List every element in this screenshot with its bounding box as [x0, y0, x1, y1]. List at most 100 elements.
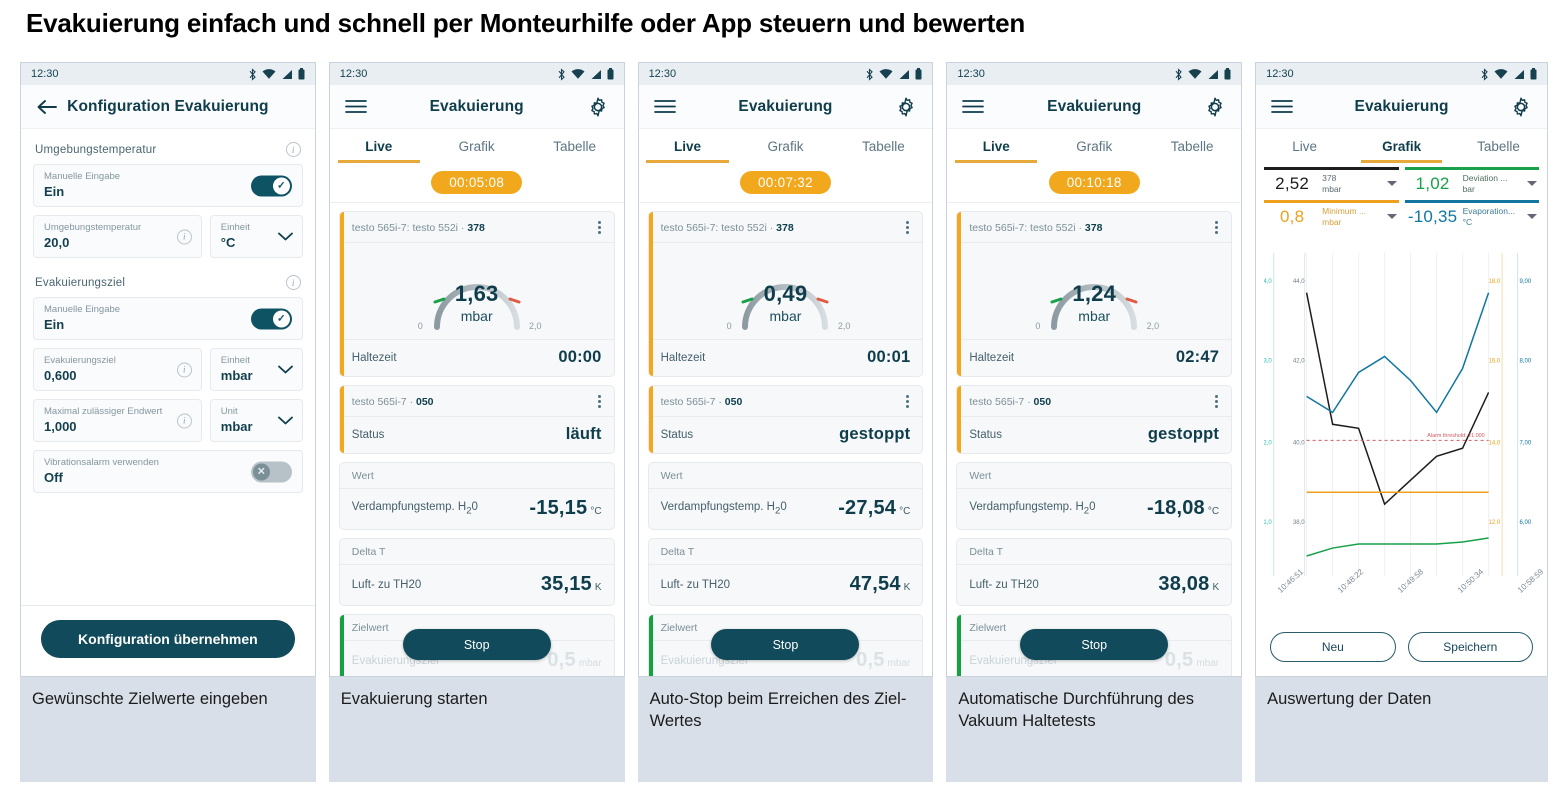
info-icon[interactable]: i [285, 275, 301, 290]
sensor-device-name: testo 565i-7: testo 552i · 378 [351, 221, 485, 234]
status-value: läuft [565, 425, 602, 443]
status-row: Status gestoppt [957, 417, 1231, 453]
hamburger-menu-icon[interactable] [961, 95, 985, 119]
line-chart[interactable]: 24,0 23,0 22,0 21,0 44,0 42,0 40,0 38,0 18,0 16,0… [1264, 238, 1539, 587]
field-evacuation-target-unit[interactable]: Einheit mbar [209, 348, 303, 391]
stat-selector-deviation[interactable]: 1,02 Deviation ... bar [1404, 167, 1540, 198]
signal-icon [282, 69, 292, 79]
chevron-down-icon[interactable] [1527, 181, 1538, 187]
wifi-icon [879, 68, 893, 79]
chevron-down-icon[interactable] [277, 361, 293, 379]
tab-live[interactable]: Live [330, 129, 428, 163]
new-button[interactable]: Neu [1270, 632, 1396, 662]
status-card[interactable]: testo 565i-7 · 050 Status gestoppt [956, 385, 1233, 454]
info-icon[interactable]: i [285, 142, 301, 157]
save-button[interactable]: Speichern [1407, 632, 1534, 662]
stop-button[interactable]: Stop [402, 629, 551, 660]
status-card-header: testo 565i-7 · 050 [648, 386, 923, 417]
gear-icon[interactable] [1509, 95, 1533, 119]
toggle-manual-input-ambient[interactable]: ✓ [250, 175, 292, 196]
field-max-final-value[interactable]: Maximal zulässiger Endwert 1,000 i [33, 399, 202, 442]
tab-grafik[interactable]: Grafik [1353, 129, 1450, 163]
timer-bar: 00:05:08 [329, 163, 624, 203]
svg-text:9,00: 9,00 [1520, 277, 1532, 284]
gear-icon[interactable] [1203, 95, 1227, 119]
chevron-down-icon[interactable] [1386, 214, 1397, 220]
field-evacuation-target[interactable]: Evakuierungsziel 0,600 i [33, 348, 202, 391]
stat-selector-evaporation[interactable]: -10,35 Evaporation... °C [1404, 200, 1540, 231]
gear-icon[interactable] [586, 95, 610, 119]
info-icon[interactable]: i [176, 413, 192, 428]
chart-footer: Neu Speichern [1264, 628, 1539, 676]
tab-live[interactable]: Live [639, 129, 737, 163]
delta-card: Delta T Luft- zu TH20 35,15 K [338, 538, 615, 606]
stop-button[interactable]: Stop [711, 629, 860, 660]
status-card[interactable]: testo 565i-7 · 050 Status läuft [338, 385, 615, 454]
more-options-icon[interactable] [903, 219, 912, 236]
apply-configuration-button[interactable]: Konfiguration übernehmen [41, 620, 295, 658]
battery-icon [607, 68, 614, 80]
tab-live[interactable]: Live [1256, 129, 1353, 163]
chevron-down-icon[interactable] [1527, 214, 1538, 220]
hamburger-menu-icon[interactable] [1270, 95, 1294, 119]
toggle-vibration-alarm[interactable]: ✕ [250, 461, 292, 482]
hamburger-menu-icon[interactable] [344, 95, 368, 119]
field-vibration-alarm[interactable]: Vibrationsalarm verwenden Off ✕ [33, 450, 303, 493]
more-options-icon[interactable] [595, 393, 604, 410]
stop-button[interactable]: Stop [1020, 629, 1169, 660]
status-card[interactable]: testo 565i-7 · 050 Status gestoppt [647, 385, 924, 454]
tab-grafik[interactable]: Grafik [1045, 129, 1143, 163]
field-ambient-unit[interactable]: Einheit °C [209, 215, 303, 258]
screen-column-live-2: 12:30 Evakuierung Live Grafik Tabelle 00… [637, 62, 934, 782]
value-card-title: Wert [648, 463, 923, 489]
bluetooth-icon [866, 67, 874, 81]
field-manual-input-ambient[interactable]: Manuelle Eingabe Ein ✓ [33, 164, 303, 207]
target-readout: 0,5 mbar [1164, 649, 1220, 671]
tab-tabelle[interactable]: Tabelle [526, 129, 624, 163]
field-manual-input-target[interactable]: Manuelle Eingabe Ein ✓ [33, 297, 303, 340]
svg-text:12,0: 12,0 [1489, 518, 1501, 525]
chevron-down-icon[interactable] [277, 228, 293, 246]
tab-grafik[interactable]: Grafik [428, 129, 526, 163]
chevron-down-icon[interactable] [277, 412, 293, 430]
info-icon[interactable]: i [176, 362, 192, 377]
tab-grafik[interactable]: Grafik [736, 129, 834, 163]
stat-meta: Evaporation... °C [1462, 206, 1516, 227]
stat-selector-minimum[interactable]: 0,8 Minimum ... mbar [1264, 200, 1399, 231]
tab-tabelle[interactable]: Tabelle [1143, 129, 1241, 163]
field-row-max-final-value: Maximal zulässiger Endwert 1,000 i Unit … [33, 399, 303, 442]
more-options-icon[interactable] [595, 219, 604, 236]
status-value: gestoppt [1147, 425, 1220, 443]
elapsed-timer-badge: 00:07:32 [739, 171, 831, 194]
toggle-manual-input-target[interactable]: ✓ [250, 308, 292, 329]
sensor-card[interactable]: testo 565i-7: testo 552i · 378 [956, 211, 1233, 377]
info-icon[interactable]: i [176, 229, 192, 244]
field-ambient-temperature[interactable]: Umgebungstemperatur 20,0 i [33, 215, 202, 258]
hold-time-label: Haltezeit [660, 351, 706, 364]
stat-value: 0,8 [1280, 206, 1305, 226]
app-bar-title: Konfiguration Evakuierung [67, 97, 269, 115]
status-bar: 12:30 [1256, 63, 1548, 85]
tab-tabelle[interactable]: Tabelle [834, 129, 932, 163]
sensor-card[interactable]: testo 565i-7: testo 552i · 378 [338, 211, 615, 377]
back-arrow-icon[interactable] [35, 95, 59, 119]
config-scroll[interactable]: Umgebungstemperatur i Manuelle Eingabe E… [21, 133, 315, 605]
chevron-down-icon[interactable] [1386, 181, 1397, 187]
gear-icon[interactable] [894, 95, 918, 119]
more-options-icon[interactable] [1212, 393, 1221, 410]
check-icon: ✓ [272, 310, 290, 327]
more-options-icon[interactable] [1212, 219, 1221, 236]
status-row: Status gestoppt [649, 417, 923, 453]
tab-tabelle[interactable]: Tabelle [1450, 129, 1547, 163]
gauge-unit: mbar [1078, 308, 1111, 324]
appbar-spacer [277, 95, 301, 119]
hamburger-menu-icon[interactable] [653, 95, 677, 119]
stat-selector-378[interactable]: 2,52 378 mbar [1264, 167, 1399, 198]
sensor-card[interactable]: testo 565i-7: testo 552i · 378 [647, 211, 924, 377]
more-options-icon[interactable] [903, 393, 912, 410]
battery-icon [1530, 68, 1537, 80]
gauge-value: 0,49 [763, 281, 808, 306]
status-time: 12:30 [339, 68, 368, 80]
tab-live[interactable]: Live [947, 129, 1045, 163]
field-max-final-value-unit[interactable]: Unit mbar [209, 399, 303, 442]
